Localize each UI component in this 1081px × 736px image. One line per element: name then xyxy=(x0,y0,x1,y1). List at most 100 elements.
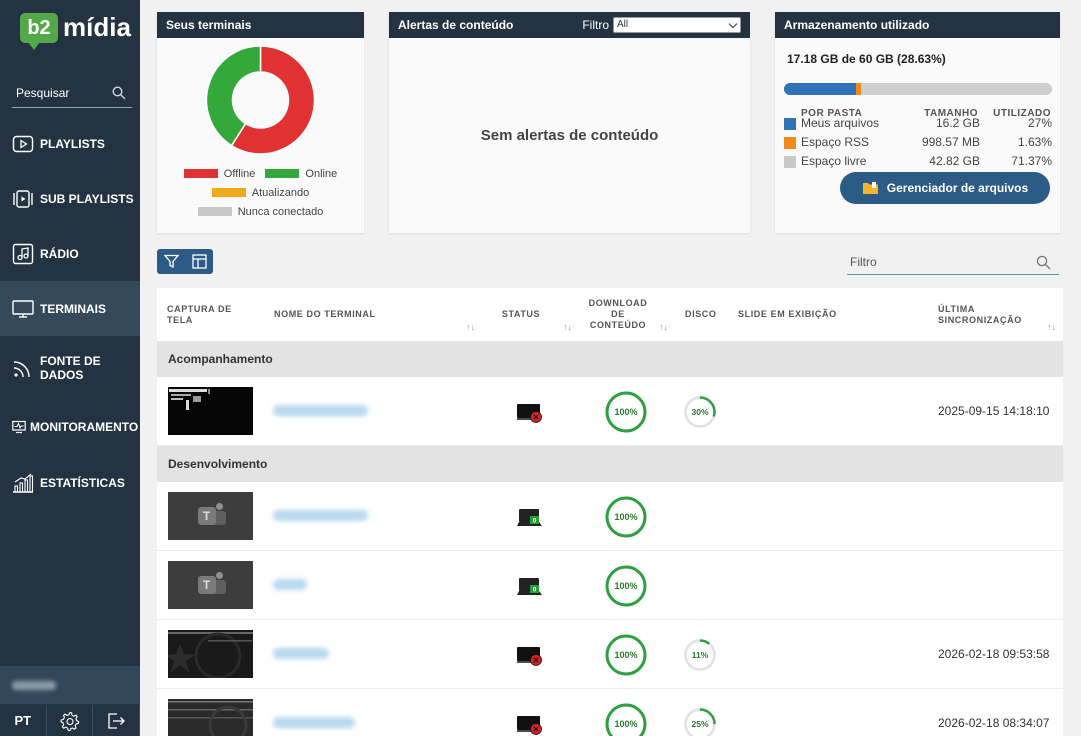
alerts-card: Alertas de conteúdo Filtro All Sem alert… xyxy=(389,12,750,233)
storage-usage-bar xyxy=(784,83,1052,95)
sidebar-item-label: RÁDIO xyxy=(40,246,79,261)
table-row[interactable]: T 0 100% xyxy=(157,551,1063,620)
column-header-sync[interactable]: ÚLTIMA SINCRONIZAÇÃO xyxy=(938,288,1048,341)
monitor-icon xyxy=(12,299,34,318)
logo-badge: b2 xyxy=(20,12,58,50)
storage-folder-size: 42.82 GB xyxy=(929,154,980,168)
legend-swatch-atualizando xyxy=(211,188,246,197)
sidebar-footer: PT xyxy=(0,705,141,736)
storage-folder-name: Meus arquivos xyxy=(801,116,880,130)
terminal-screenshot[interactable]: T xyxy=(168,561,253,609)
search-icon xyxy=(112,85,126,99)
terminal-screenshot[interactable] xyxy=(168,630,253,678)
sidebar-item-estatisticas[interactable]: ESTATÍSTICAS xyxy=(0,455,140,510)
column-header-slide[interactable]: SLIDE EM EXIBIÇÃO xyxy=(738,288,878,341)
download-progress-ring: 100% xyxy=(605,391,647,433)
table-row[interactable]: 100% 30% 2025-09-15 14:18:10 xyxy=(157,377,1063,446)
user-menu[interactable] xyxy=(0,666,140,704)
teams-icon: T xyxy=(197,572,226,596)
rss-icon xyxy=(13,360,30,377)
column-header-status[interactable]: STATUS xyxy=(491,288,551,341)
filter-button[interactable] xyxy=(157,249,185,274)
sub-playlist-icon xyxy=(13,189,33,208)
terminal-name-link[interactable] xyxy=(273,510,368,521)
storage-bar-segment-1 xyxy=(856,83,861,95)
music-note-icon xyxy=(12,243,34,264)
app-logo[interactable]: b2 mídia xyxy=(20,12,131,50)
terminal-online-icon: 0 xyxy=(517,578,542,595)
sidebar-search-input[interactable]: Pesquisar xyxy=(12,78,132,108)
table-row[interactable]: 100% 11% 2026-02-18 09:53:58 xyxy=(157,620,1063,689)
table-filter-input[interactable]: Filtro xyxy=(847,250,1059,275)
download-progress-ring: 100% xyxy=(605,703,647,736)
search-icon xyxy=(1036,255,1051,269)
terminal-screenshot[interactable]: T xyxy=(168,492,253,540)
sidebar-item-sub-playlists[interactable]: SUB PLAYLISTS xyxy=(0,171,140,226)
table-toolbar xyxy=(157,249,213,274)
sidebar-item-monitoramento[interactable]: MONITORAMENTO xyxy=(0,399,140,454)
download-progress-label: 100% xyxy=(614,719,637,729)
play-box-icon xyxy=(12,135,34,152)
sidebar-item-label: TERMINAIS xyxy=(40,301,106,316)
download-progress-label: 100% xyxy=(614,581,637,591)
terminals-card: Seus terminais Offline Online Atualizand… xyxy=(157,12,364,233)
storage-bar-segment-0 xyxy=(784,83,857,95)
sidebar-item-fonte-de-dados[interactable]: FONTE DE DADOS xyxy=(0,340,140,395)
download-progress-label: 100% xyxy=(614,512,637,522)
last-sync: 2026-02-18 08:34:07 xyxy=(938,716,1050,730)
bar-chart-icon xyxy=(13,473,34,493)
table-filter-placeholder: Filtro xyxy=(850,255,877,269)
column-header-name[interactable]: NOME DO TERMINAL xyxy=(274,288,474,341)
settings-button[interactable] xyxy=(47,705,94,736)
terminal-name-link[interactable] xyxy=(273,579,307,590)
table-row[interactable]: T 0 100% xyxy=(157,482,1063,551)
storage-row-meus-arquivos: Meus arquivos 16.2 GB 27% xyxy=(784,115,1052,133)
table-row[interactable]: 100% 25% 2026-02-18 08:34:07 xyxy=(157,689,1063,736)
column-header-screenshot[interactable]: CAPTURA DE TELA xyxy=(167,288,252,341)
language-button[interactable]: PT xyxy=(0,705,47,736)
logo-text: mídia xyxy=(63,12,131,42)
terminal-screenshot[interactable] xyxy=(168,699,253,736)
storage-folder-size: 998.57 MB xyxy=(921,135,980,149)
sort-icon[interactable]: ↑↓ xyxy=(1047,322,1056,332)
terminal-name-link[interactable] xyxy=(273,648,329,659)
legend-row: Atualizando xyxy=(157,183,364,202)
user-name-redacted xyxy=(12,680,56,690)
storage-row-espaco-livre: Espaço livre 42.82 GB 71.37% xyxy=(784,153,1052,171)
terminal-name-link[interactable] xyxy=(273,405,368,416)
storage-card-title: Armazenamento utilizado xyxy=(775,12,1060,38)
screenshot-thumbnail xyxy=(168,387,253,435)
column-header-disk[interactable]: DISCO xyxy=(685,288,725,341)
screenshot-thumbnail xyxy=(168,630,253,678)
sort-icon[interactable]: ↑↓ xyxy=(563,322,572,332)
storage-folder-used: 27% xyxy=(1027,116,1052,130)
legend-label-offline: Offline xyxy=(223,167,256,180)
alerts-card-header: Alertas de conteúdo Filtro All xyxy=(389,12,750,38)
last-sync: 2026-02-18 09:53:58 xyxy=(938,647,1050,661)
legend-swatch-online xyxy=(265,169,300,178)
terminal-offline-icon xyxy=(517,404,542,423)
status-count: 0 xyxy=(533,587,537,594)
sort-icon[interactable]: ↑↓ xyxy=(659,322,668,332)
sidebar-item-terminais[interactable]: TERMINAIS xyxy=(0,281,140,336)
group-row: Acompanhamento xyxy=(157,341,1063,377)
columns-button[interactable] xyxy=(185,249,213,274)
sidebar-item-playlists[interactable]: PLAYLISTS xyxy=(0,116,140,171)
legend-label-online: Online xyxy=(305,167,338,180)
file-manager-button[interactable]: Gerenciador de arquivos xyxy=(840,172,1050,204)
funnel-icon xyxy=(163,254,179,269)
alerts-filter-select[interactable]: All xyxy=(613,17,741,33)
terminal-name-link[interactable] xyxy=(273,717,355,728)
sidebar-item-label-line2: DADOS xyxy=(40,367,84,382)
terminals-card-title: Seus terminais xyxy=(157,12,364,38)
logout-button[interactable] xyxy=(93,705,141,736)
column-header-download[interactable]: DOWNLOAD DE CONTEÚDO xyxy=(583,288,653,341)
disk-usage-label: 30% xyxy=(691,407,708,417)
sort-icon[interactable]: ↑↓ xyxy=(466,322,475,332)
sidebar-item-label: SUB PLAYLISTS xyxy=(40,191,134,206)
storage-folder-used: 71.37% xyxy=(1011,154,1052,168)
terminal-screenshot[interactable] xyxy=(168,387,253,435)
teams-icon: T xyxy=(197,503,226,527)
sidebar-item-radio[interactable]: RÁDIO xyxy=(0,226,140,281)
legend-label-nunca-conectado: Nunca conectado xyxy=(237,205,324,218)
